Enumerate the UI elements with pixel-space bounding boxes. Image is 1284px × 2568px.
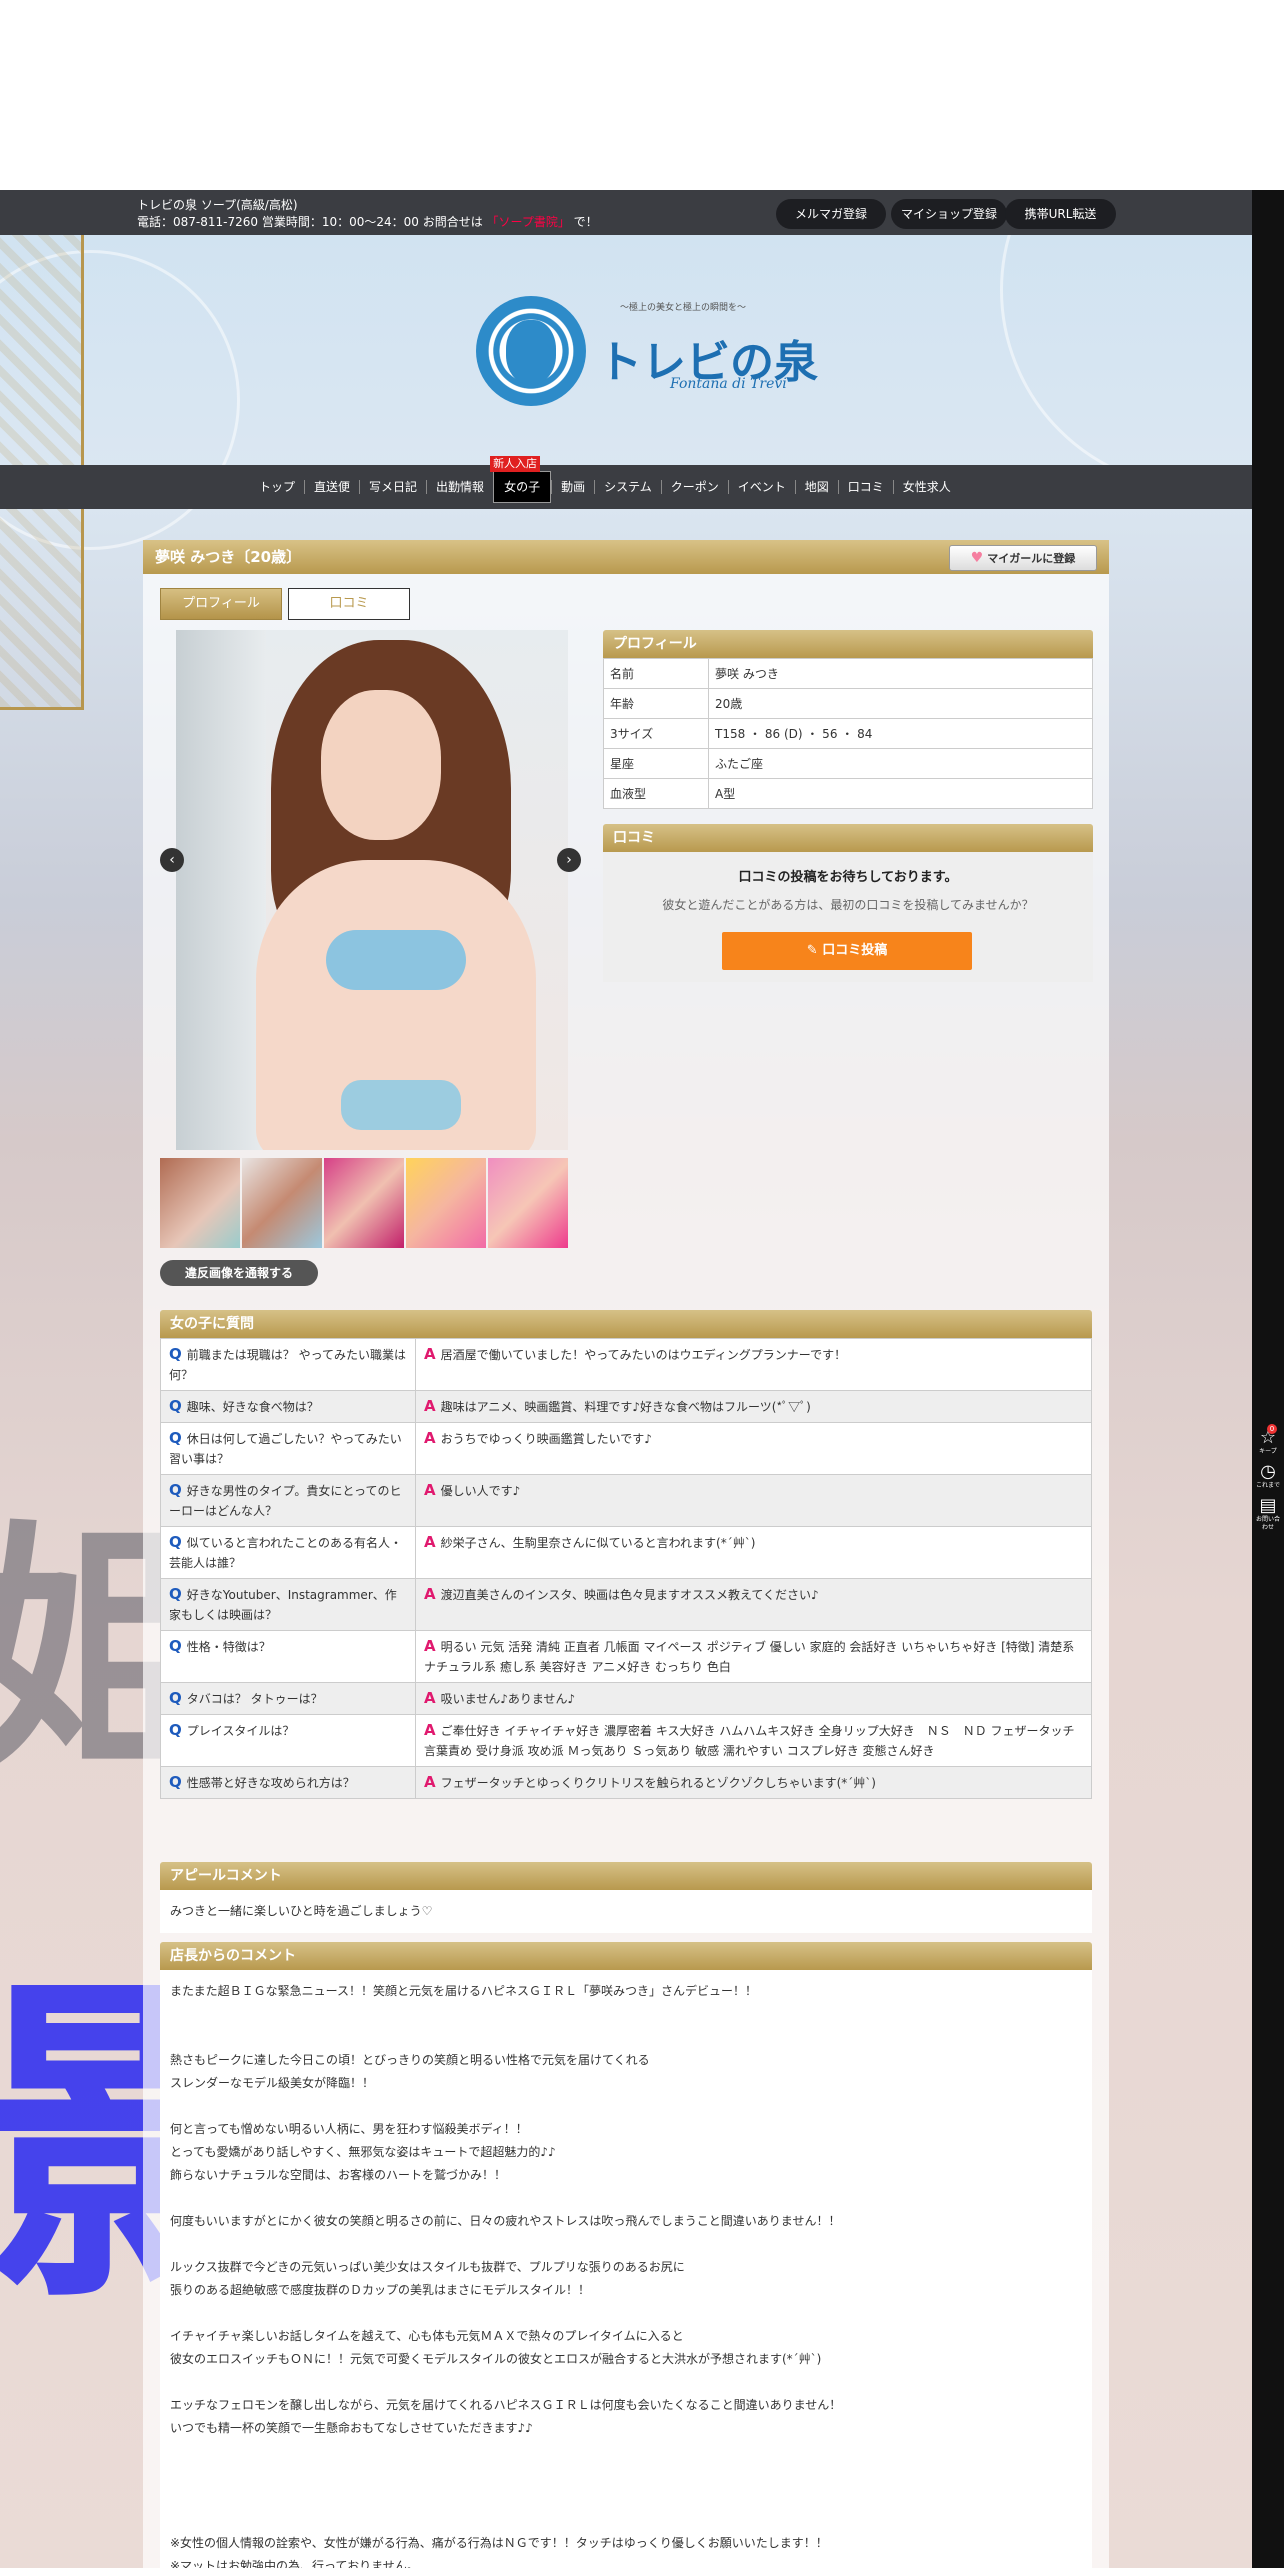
table-row: Q 好きなYoutuber、Instagrammer、作家もしくは映画は？ A 渡辺直…: [160, 1578, 1092, 1631]
contact-suffix: で！: [573, 215, 598, 229]
mailmag-button[interactable]: メルマガ登録: [776, 199, 886, 229]
shop-logo[interactable]: 〜極上の美女と極上の瞬間を〜 トレビの泉 Fontana di Trevi: [470, 290, 818, 415]
contact-prefix: 電話：087-811-7260 営業時間：10：00～24：00 お問合せは: [137, 215, 483, 229]
thumbnail[interactable]: [406, 1158, 486, 1248]
prev-arrow-icon[interactable]: ‹: [160, 848, 184, 872]
table-row: Q 前職または現職は？ やってみたい職業は何？ A 居酒屋で働いていました！やってみた…: [160, 1338, 1092, 1391]
appeal-section-title: アピールコメント: [160, 1862, 1092, 1890]
keep-star-icon[interactable]: ☆ 0 キープ: [1255, 1424, 1281, 1456]
thumbnail[interactable]: [324, 1158, 404, 1248]
qa-table: Q 前職または現職は？ やってみたい職業は何？ A 居酒屋で働いていました！やってみた…: [160, 1338, 1092, 1799]
thumbnail[interactable]: [160, 1158, 240, 1248]
heart-icon: ♥: [970, 550, 984, 566]
new-badge: 新人入店: [490, 456, 541, 472]
background-swirl: [1000, 190, 1252, 490]
top-bar: トレビの泉 ソープ(高級/高松) 電話：087-811-7260 営業時間：10…: [0, 190, 1252, 235]
profile-section-title: プロフィール: [603, 630, 1093, 658]
nav-girls[interactable]: 新人入店女の子: [490, 456, 552, 503]
logo-english-name: Fontana di Trevi: [670, 376, 787, 392]
appeal-section: アピールコメント みつきと一緒に楽しいひと時を過ごしましょう♡: [160, 1862, 1092, 1933]
table-row: 血液型 A型: [603, 778, 1093, 809]
manager-comment-section: 店長からのコメント またまた超ＢＩＧな緊急ニュース！！笑顔と元気を届けるハピネス…: [160, 1942, 1092, 2568]
qa-section-title: 女の子に質問: [160, 1310, 1092, 1338]
contact-highlight[interactable]: 「ソープ書院」: [487, 215, 570, 229]
myshop-button[interactable]: マイショップ登録: [891, 199, 1007, 229]
nav-top[interactable]: トップ: [250, 480, 304, 494]
nav-map[interactable]: 地図: [794, 480, 838, 494]
report-image-button[interactable]: 違反画像を通報する: [160, 1260, 318, 1286]
nav-schedule[interactable]: 出勤情報: [426, 480, 493, 494]
table-row: 年齢 20歳: [603, 688, 1093, 719]
nav-diary[interactable]: 写メ日記: [359, 480, 426, 494]
history-label: これまで: [1255, 1482, 1280, 1489]
nav-event[interactable]: イベント: [727, 480, 795, 494]
profile-section: プロフィール 名前 夢咲 みつき 年齢 20歳 3サイズ T158 ・ 86 (D) …: [603, 630, 1093, 809]
table-row: Q 好きな男性のタイプ。貴女にとってのヒーローはどんな人？ A 優しい人です♪: [160, 1474, 1092, 1527]
logo-tagline: 〜極上の美女と極上の瞬間を〜: [620, 303, 747, 313]
girl-photo: [176, 630, 568, 1150]
nav-girls-label: 女の子: [504, 480, 541, 494]
nav-system[interactable]: システム: [594, 480, 661, 494]
nav-video[interactable]: 動画: [551, 480, 594, 494]
review-section: 口コミ 口コミの投稿をお待ちしております。 彼女と遊んだことがある方は、最初の口…: [603, 824, 1093, 982]
shop-info: トレビの泉 ソープ(高級/高松): [137, 198, 298, 212]
appeal-text: みつきと一緒に楽しいひと時を過ごしましょう♡: [160, 1890, 1092, 1933]
girl-title-bar: 夢咲 みつき〔20歳〕 ♥ マイガールに登録: [143, 540, 1109, 574]
main-content: 夢咲 みつき〔20歳〕 ♥ マイガールに登録 プロフィール 口コミ ‹ › 違反画…: [143, 540, 1109, 2568]
tab-profile[interactable]: プロフィール: [160, 588, 282, 620]
manager-comment-title: 店長からのコメント: [160, 1942, 1092, 1970]
mygirl-button[interactable]: ♥ マイガールに登録: [949, 545, 1097, 571]
review-sub: 彼女と遊んだことがある方は、最初の口コミを投稿してみませんか？: [662, 898, 1034, 912]
table-row: Q 休日は何して過ごしたい？やってみたい習い事は？ A おうちでゆっくり映画鑑賞したい…: [160, 1422, 1092, 1475]
history-clock-icon[interactable]: ◷ これまで: [1255, 1462, 1281, 1490]
mobile-url-button[interactable]: 携帯URL転送: [1005, 199, 1116, 229]
girl-name-title: 夢咲 みつき〔20歳〕: [155, 548, 302, 566]
table-row: Q 似ていると言われたことのある有名人・芸能人は誰？ A 紗栄子さん、生駒里奈さんに似…: [160, 1526, 1092, 1579]
logo-face-icon: [506, 320, 556, 384]
decorative-frame: [0, 190, 84, 710]
table-row: Q 趣味、好きな食べ物は？ A 趣味はアニメ、映画鑑賞、料理です♪好きな食べ物はフルー…: [160, 1390, 1092, 1423]
nav-review[interactable]: 口コミ: [837, 480, 893, 494]
table-row: 星座 ふたご座: [603, 748, 1093, 779]
contact-info: 電話：087-811-7260 営業時間：10：00～24：00 お問合せは 「…: [137, 213, 598, 230]
tab-review[interactable]: 口コミ: [288, 588, 410, 620]
contact-chat-icon[interactable]: ▤ お問い合わせ: [1255, 1496, 1281, 1532]
photo-thumbnails: [160, 1158, 568, 1248]
contact-label: お問い合わせ: [1255, 1516, 1280, 1531]
nav-coupon[interactable]: クーポン: [660, 480, 728, 494]
keep-label: キープ: [1259, 1448, 1277, 1455]
nav-direct[interactable]: 直送便: [304, 480, 359, 494]
table-row: Q 性格・特徴は？ A 明るい 元気 活発 清純 正直者 几帳面 マイペース ポジティ…: [160, 1630, 1092, 1683]
post-review-button[interactable]: ✎ 口コミ投稿: [722, 932, 972, 970]
table-row: Q 性感帯と好きな攻められ方は？ A フェザータッチとゆっくりクリトリスを触られるとゾ…: [160, 1766, 1092, 1799]
global-nav: トップ 直送便 写メ日記 出勤情報 新人入店女の子 動画 システム クーポン イ…: [0, 456, 1252, 509]
review-section-title: 口コミ: [603, 824, 1093, 852]
qa-section: 女の子に質問 Q 前職または現職は？ やってみたい職業は何？ A 居酒屋で働いていまし…: [160, 1310, 1092, 1799]
table-row: Q タバコは？ タトゥーは？ A 吸いません♪ありません♪: [160, 1682, 1092, 1715]
mygirl-button-label: マイガールに登録: [987, 552, 1076, 565]
table-row: 3サイズ T158 ・ 86 (D) ・ 56 ・ 84: [603, 718, 1093, 749]
thumbnail[interactable]: [488, 1158, 568, 1248]
table-row: 名前 夢咲 みつき: [603, 658, 1093, 689]
keep-count-badge: 0: [1267, 1424, 1277, 1434]
post-review-label: 口コミ投稿: [822, 943, 888, 958]
table-row: Q プレイスタイルは？ A ご奉仕好き イチャイチャ好き 濃厚密着 キス大好き ハムハ…: [160, 1714, 1092, 1767]
review-message: 口コミの投稿をお待ちしております。: [738, 870, 958, 885]
profile-table: 名前 夢咲 みつき 年齢 20歳 3サイズ T158 ・ 86 (D) ・ 56 ・ …: [603, 658, 1093, 809]
right-sidebar: ☆ 0 キープ ◷ これまで ▤ お問い合わせ: [1252, 190, 1284, 2568]
thumbnail[interactable]: [242, 1158, 322, 1248]
pen-icon: ✎: [806, 943, 823, 958]
next-arrow-icon[interactable]: ›: [557, 848, 581, 872]
nav-recruit[interactable]: 女性求人: [892, 480, 960, 494]
manager-comment-text: またまた超ＢＩＧな緊急ニュース！！笑顔と元気を届けるハピネスＧＩＲＬ「夢咲みつき…: [160, 1970, 1092, 2568]
